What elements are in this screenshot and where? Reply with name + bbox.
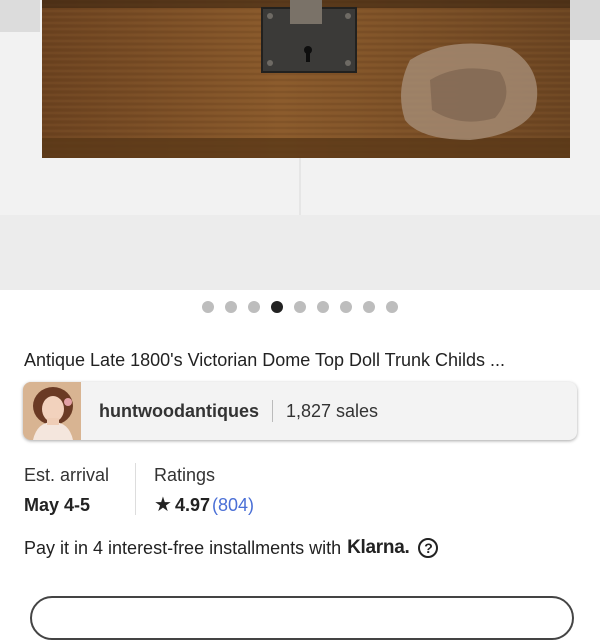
product-photo: [0, 0, 600, 215]
rating-value: 4.97: [174, 495, 210, 515]
pagination-dot[interactable]: [248, 301, 260, 313]
image-pagination[interactable]: [0, 301, 600, 315]
shop-avatar: [23, 382, 81, 440]
shop-name[interactable]: huntwoodantiques: [99, 401, 259, 422]
action-button[interactable]: [30, 596, 574, 640]
pagination-dot[interactable]: [363, 301, 375, 313]
vertical-divider: [135, 463, 136, 515]
klarna-logo: Klarna.: [347, 537, 410, 558]
pagination-dot[interactable]: [317, 301, 329, 313]
shop-avatar-portrait-icon: [23, 382, 81, 440]
pagination-dot[interactable]: [340, 301, 352, 313]
pagination-dot-active[interactable]: [271, 301, 283, 313]
installments-text: Pay it in 4 interest-free installments w…: [24, 537, 342, 558]
divider: [271, 400, 273, 422]
listing-info-row: Est. arrival May 4-5 Ratings ★ 4.97 (804…: [24, 463, 254, 518]
question-circle-icon[interactable]: ?: [418, 538, 439, 558]
pagination-dot[interactable]: [202, 301, 214, 313]
pagination-dot[interactable]: [294, 301, 306, 313]
arrival-section: Est. arrival May 4-5: [24, 463, 135, 518]
pagination-dot[interactable]: [225, 301, 237, 313]
rating-count-link[interactable]: (804): [212, 492, 254, 518]
ratings-section[interactable]: Ratings ★ 4.97 (804): [154, 463, 254, 518]
ratings-label: Ratings: [154, 465, 216, 485]
shop-sales-count: 1,827 sales: [285, 400, 379, 421]
listing-title: Antique Late 1800's Victorian Dome Top D…: [24, 350, 506, 370]
star-icon: ★: [154, 494, 172, 516]
product-image-area[interactable]: [0, 0, 600, 290]
arrival-value: May 4-5: [24, 495, 91, 515]
arrival-label: Est. arrival: [24, 465, 110, 485]
rating-line[interactable]: ★ 4.97 (804): [154, 492, 254, 518]
pagination-dot[interactable]: [386, 301, 398, 313]
klarna-installments: Pay it in 4 interest-free installments w…: [24, 537, 439, 559]
shop-card[interactable]: huntwoodantiques 1,827 sales: [23, 382, 577, 440]
